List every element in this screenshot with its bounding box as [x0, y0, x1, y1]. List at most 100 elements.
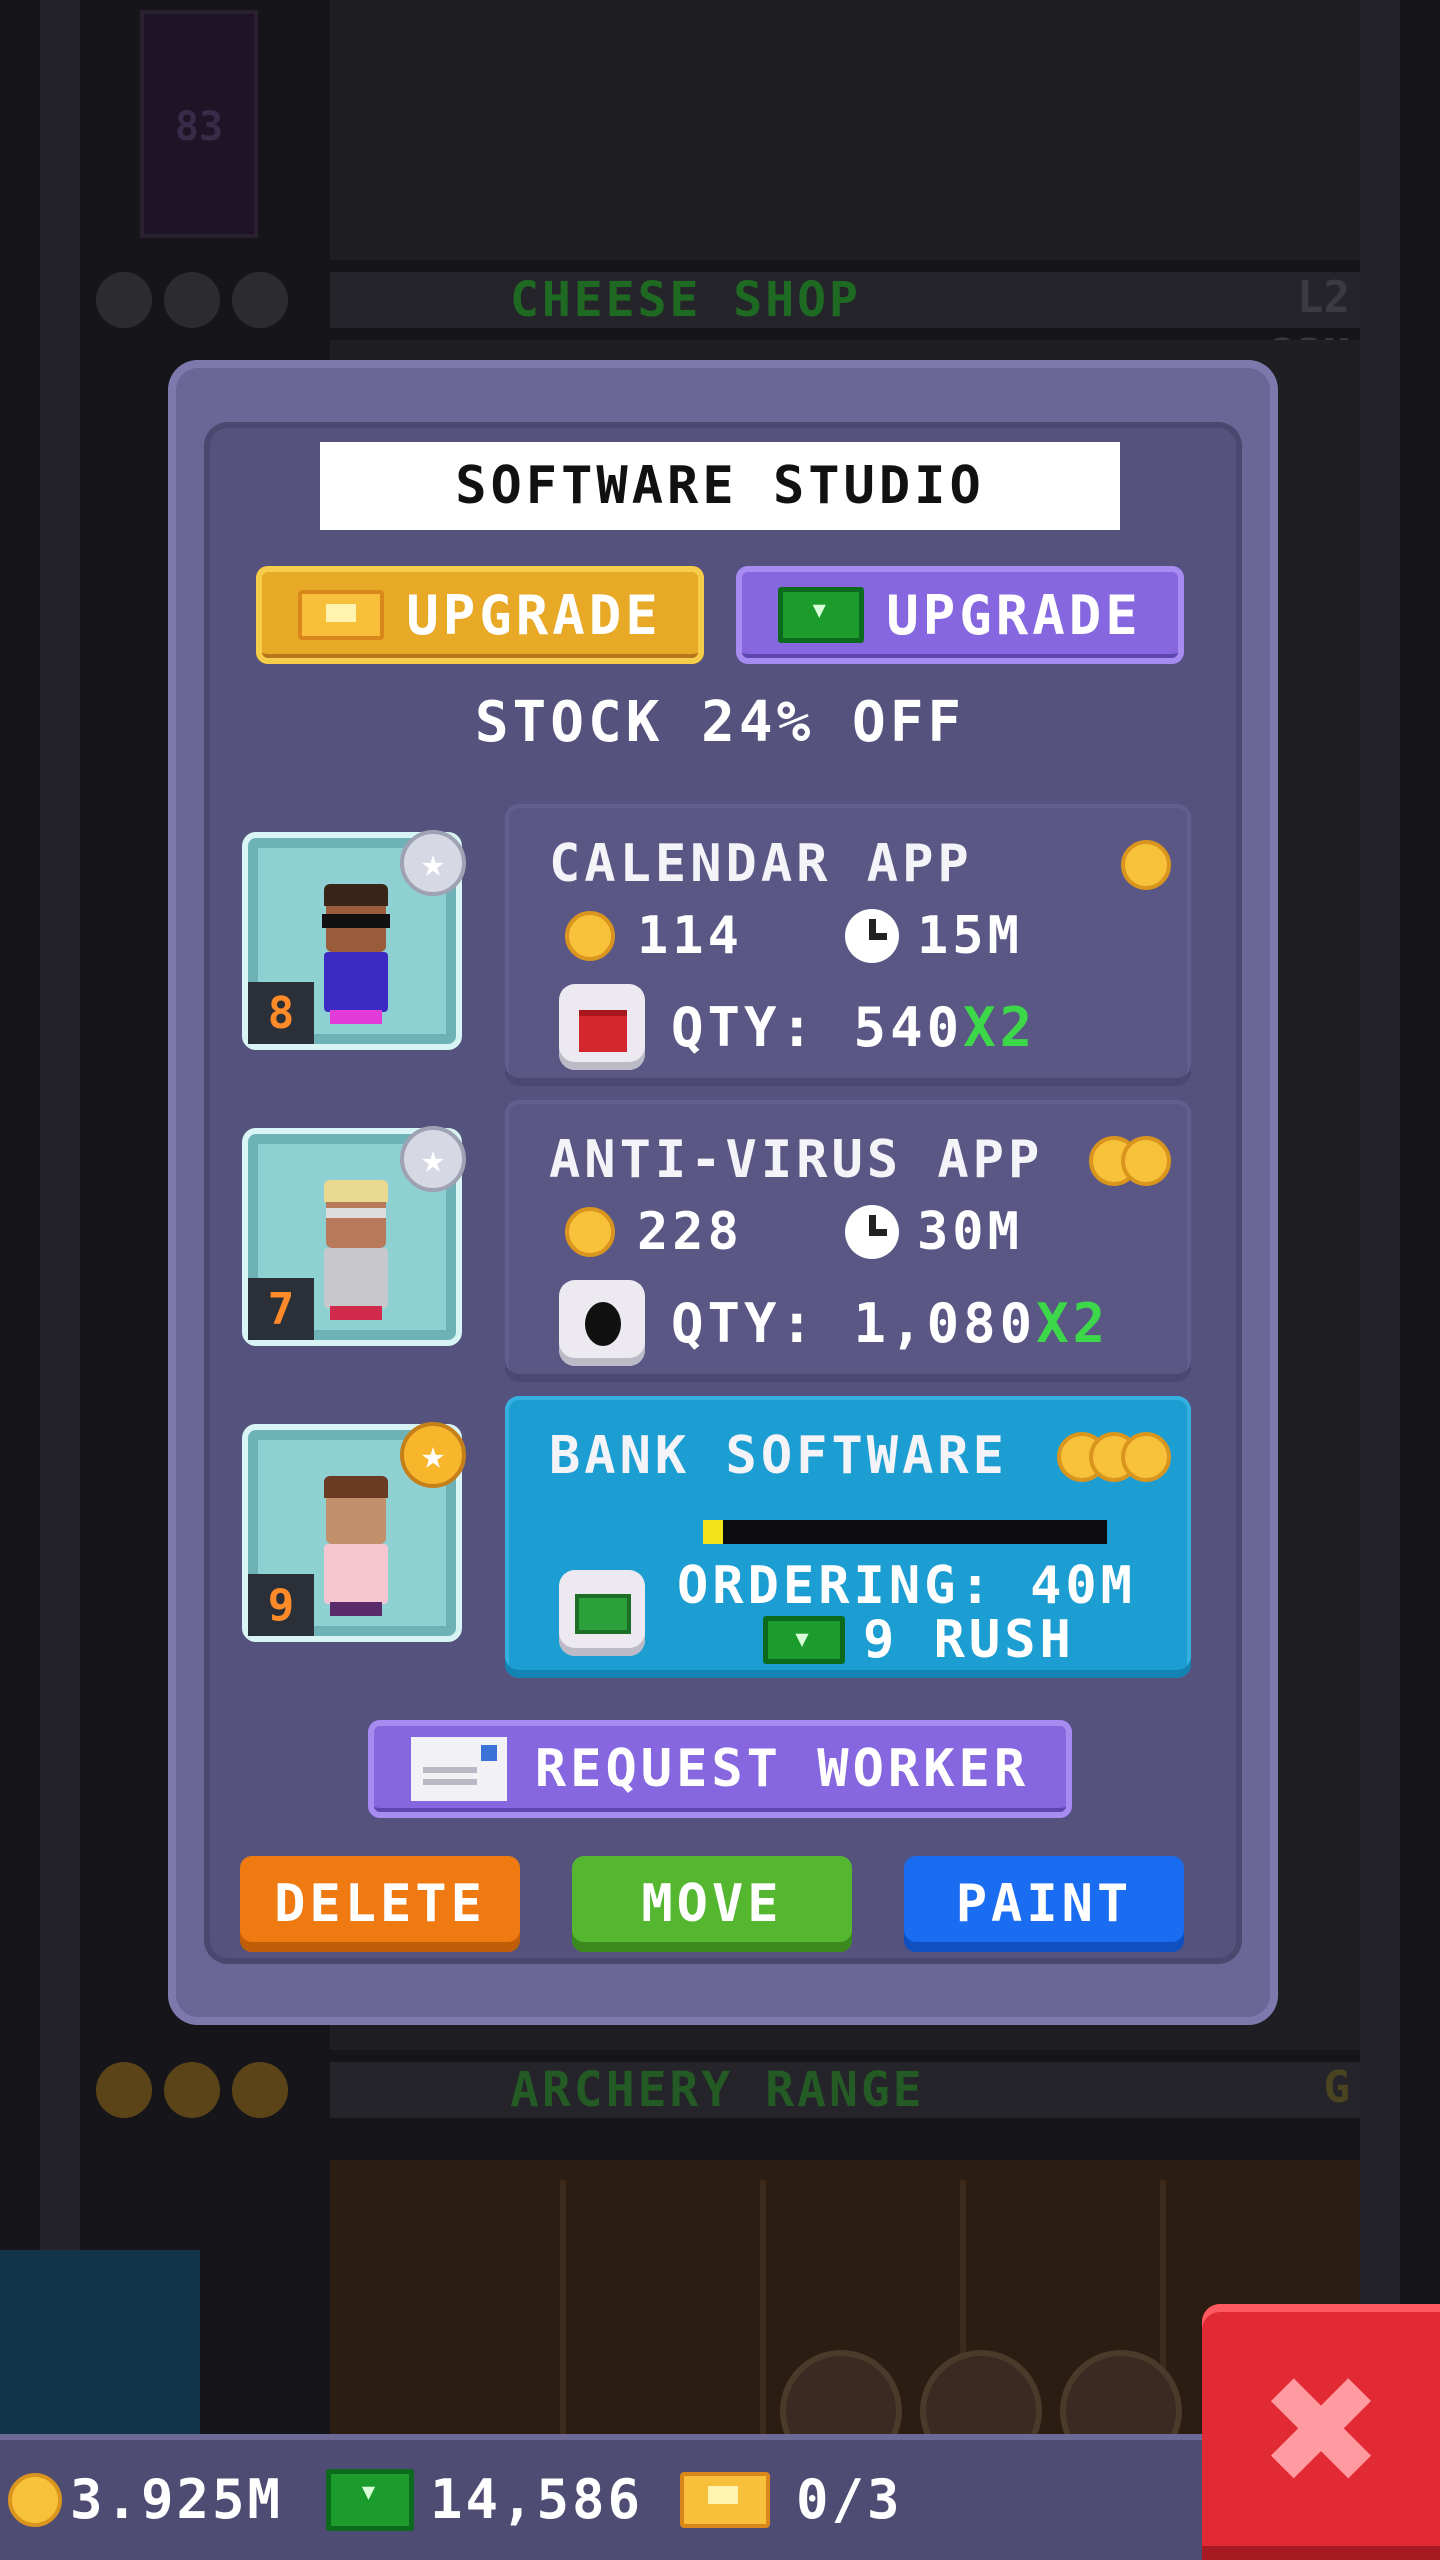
product-cost-time: 114 15M: [565, 906, 1023, 966]
avatar-feet: [330, 1306, 382, 1320]
elevator-shaft: [40, 0, 80, 2440]
product-cost: 228: [637, 1202, 743, 1262]
worker-level: 8: [248, 982, 314, 1044]
move-button[interactable]: MOVE: [572, 1856, 852, 1952]
star-icon: ★: [400, 1126, 466, 1192]
bux-icon: [763, 1616, 845, 1664]
ticket-icon: [680, 2471, 770, 2528]
floor-name: ARCHERY RANGE: [510, 2062, 925, 2118]
star-icon: [232, 2062, 288, 2118]
request-worker-label: REQUEST WORKER: [534, 1739, 1030, 1799]
antivirus-icon: [559, 1280, 645, 1366]
clock-icon: [845, 1205, 899, 1259]
ordering-status: ORDERING: 40M: [677, 1556, 1136, 1616]
delete-button[interactable]: DELETE: [240, 1856, 520, 1952]
coin-icon: [1121, 1136, 1171, 1186]
coin-icon: [1121, 840, 1171, 890]
avatar-hair: [324, 884, 388, 906]
product-tier: [1057, 1432, 1171, 1482]
worker-avatar: [316, 1180, 396, 1326]
coin-icon: [565, 911, 615, 961]
coin-icon: [1121, 1432, 1171, 1482]
close-button[interactable]: ✖: [1202, 2304, 1440, 2560]
product-time: 15M: [917, 906, 1023, 966]
floor-stars: [96, 272, 288, 328]
order-progress-fill: [703, 1520, 724, 1544]
avatar-body: [324, 1248, 388, 1308]
room-divider: [560, 2180, 566, 2440]
product-tier: [1089, 1136, 1171, 1186]
upgrade-bux-button[interactable]: UPGRADE: [736, 566, 1184, 664]
floor-name: CHEESE SHOP: [510, 272, 861, 328]
upgrade-ticket-button[interactable]: UPGRADE: [256, 566, 704, 664]
floor-stars: [96, 2062, 288, 2118]
tickets-value: 0/3: [796, 2468, 903, 2531]
star-icon: [96, 2062, 152, 2118]
paint-button[interactable]: PAINT: [904, 1856, 1184, 1952]
coin-icon: [565, 1207, 615, 1257]
worker-level: 7: [248, 1278, 314, 1340]
glasses: [326, 1208, 386, 1218]
request-worker-button[interactable]: REQUEST WORKER: [368, 1720, 1072, 1818]
floor-level-tag: G: [1323, 2062, 1351, 2113]
coins-counter: 3.925M: [8, 2468, 283, 2531]
star-icon: ★: [400, 1422, 466, 1488]
product-cost-time: 228 30M: [565, 1202, 1023, 1262]
clock-icon: [845, 909, 899, 963]
qty-label: QTY: 1,080: [671, 1291, 1037, 1355]
ticket-icon: [298, 590, 385, 640]
sunglasses: [322, 914, 390, 928]
upgrade-ticket-label: UPGRADE: [406, 583, 662, 647]
star-icon: [164, 2062, 220, 2118]
product-qty: QTY: 1,080 X2: [559, 1280, 1109, 1366]
product-name: BANK SOFTWARE: [549, 1426, 1008, 1486]
avatar-hair: [324, 1180, 388, 1202]
rush-button[interactable]: 9 RUSH: [763, 1610, 1075, 1670]
product-card-calendar[interactable]: CALENDAR APP 114 15M QTY: 540 X2: [505, 804, 1191, 1086]
floor-level-tag: L2: [1297, 272, 1350, 323]
product-tier: [1121, 840, 1171, 890]
product-card-bank-software[interactable]: BANK SOFTWARE ORDERING: 40M 9 RUSH: [505, 1396, 1191, 1678]
avatar-feet: [330, 1010, 382, 1024]
star-icon: [164, 272, 220, 328]
elevator-button[interactable]: [0, 2250, 200, 2440]
tickets-counter: 0/3: [680, 2468, 903, 2531]
worker-portrait[interactable]: 8 ★: [242, 830, 466, 1050]
stock-discount: STOCK 24% OFF: [474, 690, 966, 755]
avatar-feet: [330, 1602, 382, 1616]
star-icon: [96, 272, 152, 328]
worker-level: 9: [248, 1574, 314, 1636]
avatar-body: [324, 1544, 388, 1604]
apartment-door: 83: [140, 10, 258, 238]
avatar-body: [324, 952, 388, 1012]
room-divider: [760, 2180, 766, 2440]
product-cost: 114: [637, 906, 743, 966]
worker-avatar: [316, 884, 396, 1030]
upgrade-bux-label: UPGRADE: [886, 583, 1142, 647]
calendar-icon: [559, 984, 645, 1070]
floor-title: SOFTWARE STUDIO: [320, 442, 1120, 530]
product-card-antivirus[interactable]: ANTI-VIRUS APP 228 30M QTY: 1,080 X2: [505, 1100, 1191, 1382]
bank-software-icon: [559, 1570, 645, 1656]
bux-value: 14,586: [430, 2468, 644, 2531]
worker-portrait[interactable]: 9 ★: [242, 1422, 466, 1642]
product-time: 30M: [917, 1202, 1023, 1262]
coins-value: 3.925M: [70, 2468, 284, 2531]
mail-icon: [410, 1737, 507, 1801]
qty-multiplier: X2: [963, 995, 1037, 1059]
star-icon: [232, 272, 288, 328]
elevator-shaft-right: [1360, 0, 1400, 2440]
product-name: CALENDAR APP: [549, 834, 973, 894]
rush-label: 9 RUSH: [863, 1610, 1075, 1670]
door-number: 83: [174, 104, 224, 150]
bux-counter: 14,586: [326, 2468, 643, 2531]
avatar-hair: [324, 1476, 388, 1498]
worker-portrait[interactable]: 7 ★: [242, 1126, 466, 1346]
product-name: ANTI-VIRUS APP: [549, 1130, 1044, 1190]
close-icon: ✖: [1258, 2345, 1384, 2519]
qty-multiplier: X2: [1036, 1291, 1110, 1355]
order-progress-bar: [703, 1520, 1107, 1544]
product-qty: QTY: 540 X2: [559, 984, 1036, 1070]
worker-avatar: [316, 1476, 396, 1622]
qty-label: QTY: 540: [671, 995, 964, 1059]
